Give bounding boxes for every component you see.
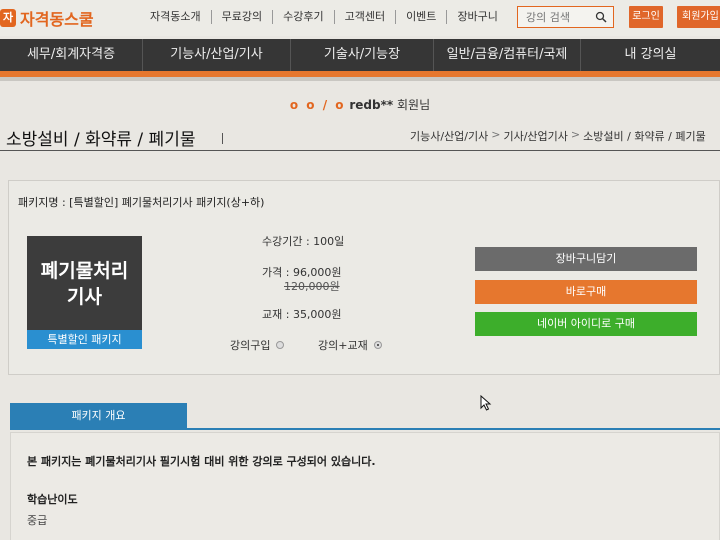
main-nav: 세무/회계자격증 기능사/산업/기사 기술사/기능장 일반/금융/컴퓨터/국제 … [0, 39, 720, 71]
thumbnail-line-1: 폐기물처리 [40, 260, 129, 282]
overview-panel [10, 432, 720, 540]
breadcrumb-item[interactable]: 기사/산업기사 [503, 128, 567, 144]
top-nav-customer-center[interactable]: 고객센터 [335, 10, 397, 24]
mouse-cursor-icon [480, 395, 492, 411]
breadcrumb-item[interactable]: 기능사/산업/기사 [410, 128, 488, 144]
member-prefix: o o / o [289, 98, 346, 112]
thumbnail-badge: 특별할인 패키지 [27, 330, 142, 349]
top-bar: 자 자격동스쿨 자격동소개 무료강의 수강후기 고객센터 이벤트 장바구니 로그… [0, 0, 720, 36]
difficulty-label: 학습난이도 [27, 493, 78, 506]
site-logo[interactable]: 자 자격동스쿨 [0, 6, 94, 30]
page-title: 소방설비 / 화약류 / 폐기물 [6, 130, 196, 150]
search-icon[interactable] [595, 11, 607, 23]
logo-text: 자격동스쿨 [20, 10, 94, 29]
title-divider [222, 133, 223, 144]
member-greeting: o o / o redb** 회원님 [0, 96, 720, 113]
option-lecture-book-label: 강의+교재 [318, 339, 368, 352]
original-price: 120,000원 [284, 280, 340, 293]
difficulty-value: 중급 [27, 514, 48, 527]
main-nav-my-classroom[interactable]: 내 강의실 [581, 39, 720, 71]
option-lecture-only[interactable]: 강의구입 [230, 337, 285, 353]
add-to-cart-button[interactable]: 장바구니담기 [475, 247, 697, 271]
buy-now-button[interactable]: 바로구매 [475, 280, 697, 304]
main-nav-professional-engineer[interactable]: 기술사/기능장 [291, 39, 434, 71]
join-button[interactable]: 회원가입 [677, 6, 720, 28]
option-lecture-book-radio[interactable] [373, 341, 382, 349]
course-period: 수강기간 : 100일 [262, 235, 345, 248]
book-price: 교재 : 35,000원 [262, 308, 342, 321]
main-nav-technician[interactable]: 기능사/산업/기사 [143, 39, 291, 71]
naver-buy-button[interactable]: 네이버 아이디로 구매 [475, 312, 697, 336]
search-box [517, 6, 614, 28]
option-lecture-radio[interactable] [276, 341, 285, 349]
logo-icon: 자 [0, 9, 16, 27]
option-lecture-label: 강의구입 [230, 339, 271, 352]
breadcrumb: 기능사/산업/기사 > 기사/산업기사 > 소방설비 / 화약류 / 폐기물 [410, 128, 706, 144]
top-nav: 자격동소개 무료강의 수강후기 고객센터 이벤트 장바구니 [140, 10, 508, 24]
login-button[interactable]: 로그인 [629, 6, 663, 28]
main-nav-tax-accounting[interactable]: 세무/회계자격증 [0, 39, 143, 71]
top-nav-free-lectures[interactable]: 무료강의 [212, 10, 274, 24]
package-thumbnail: 폐기물처리 기사 특별할인 패키지 [27, 236, 142, 349]
member-id: redb** [349, 98, 394, 112]
tab-rule [10, 428, 720, 430]
nav-shadow-bar [0, 77, 720, 81]
package-name: 패키지명 : [특별할인] 폐기물처리기사 패키지(상+하) [18, 196, 265, 209]
main-nav-general-finance[interactable]: 일반/금융/컴퓨터/국제 [434, 39, 581, 71]
overview-description: 본 패키지는 폐기물처리기사 필기시험 대비 위한 강의로 구성되어 있습니다. [27, 455, 376, 468]
thumbnail-line-2: 기사 [67, 286, 102, 308]
thumbnail-title: 폐기물처리 기사 [27, 258, 142, 310]
member-suffix: 회원님 [396, 98, 431, 112]
tab-package-overview[interactable]: 패키지 개요 [10, 403, 187, 428]
top-nav-cart[interactable]: 장바구니 [447, 10, 507, 24]
option-lecture-book[interactable]: 강의+교재 [318, 337, 382, 353]
breadcrumb-chevron-icon: > [570, 128, 581, 141]
top-nav-events[interactable]: 이벤트 [396, 10, 448, 24]
top-nav-reviews[interactable]: 수강후기 [273, 10, 335, 24]
search-input[interactable] [518, 7, 592, 27]
breadcrumb-item[interactable]: 소방설비 / 화약류 / 폐기물 [583, 128, 706, 144]
title-rule [0, 150, 720, 151]
breadcrumb-chevron-icon: > [491, 128, 501, 141]
top-nav-about[interactable]: 자격동소개 [140, 10, 212, 24]
